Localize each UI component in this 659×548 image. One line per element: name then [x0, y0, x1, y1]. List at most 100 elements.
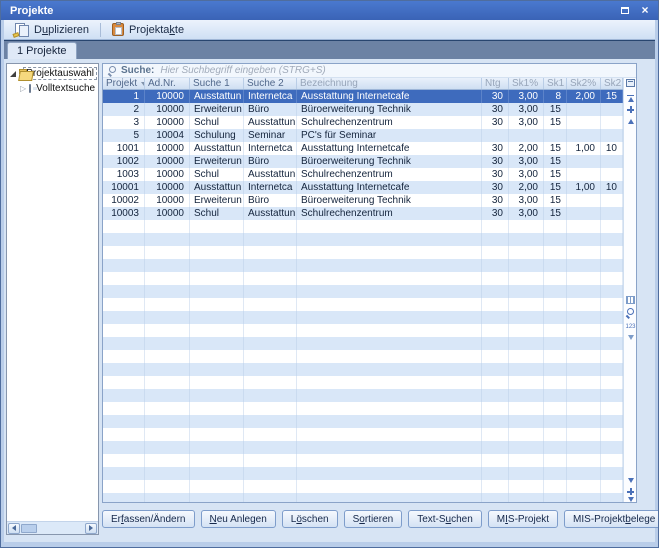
navigate-cross-bottom-icon[interactable]	[624, 488, 637, 495]
scrollbar-thumb[interactable]	[21, 524, 37, 533]
filter-icon[interactable]	[624, 335, 637, 340]
scroll-left-button[interactable]	[8, 523, 20, 534]
tab-1-projekte[interactable]: 1 Projekte	[7, 42, 77, 59]
table-cell	[482, 285, 509, 298]
app-window: Projekte × Duplizieren Projektakte 1 Pro…	[0, 0, 659, 548]
columns-icon[interactable]	[624, 296, 637, 304]
table-cell	[244, 220, 297, 233]
scroll-to-top-icon[interactable]	[624, 94, 637, 102]
column-header-bezeichnung[interactable]: Bezeichnung	[297, 78, 482, 89]
table-empty-row[interactable]	[103, 311, 623, 324]
scroll-right-button[interactable]	[85, 523, 97, 534]
column-header-projekt[interactable]: Projekt	[103, 78, 145, 89]
tree-item-label[interactable]: Projektauswahl	[23, 67, 97, 80]
table-empty-row[interactable]	[103, 337, 623, 350]
table-empty-row[interactable]	[103, 350, 623, 363]
table-cell	[567, 415, 601, 428]
table-empty-row[interactable]	[103, 389, 623, 402]
l-schen-button[interactable]: Löschen	[282, 510, 338, 528]
scroll-to-bottom-icon[interactable]	[624, 497, 637, 503]
table-cell	[297, 337, 482, 350]
table-cell: 10003	[103, 207, 145, 220]
column-header-sk2-[interactable]: Sk2%	[567, 78, 601, 89]
restore-window-button[interactable]	[618, 3, 632, 17]
table-empty-row[interactable]	[103, 428, 623, 441]
neu-anlegen-button[interactable]: Neu Anlegen	[201, 510, 276, 528]
expander-collapsed-icon[interactable]: ▷	[20, 85, 26, 93]
navigate-cross-icon[interactable]	[624, 106, 637, 113]
table-row[interactable]: 510004SchulungSeminarPC's für Seminar	[103, 129, 623, 142]
table-cell	[601, 480, 623, 493]
column-header-suche-1[interactable]: Suche 1	[190, 78, 244, 89]
table-row[interactable]: 110000AusstattunInternetcaAusstattung In…	[103, 90, 623, 103]
table-cell	[509, 480, 544, 493]
table-cell	[601, 441, 623, 454]
column-header-ntg[interactable]: Ntg	[482, 78, 509, 89]
table-empty-row[interactable]	[103, 415, 623, 428]
tree-item-label[interactable]: Volltextsuche	[34, 83, 97, 94]
column-header-suche-2[interactable]: Suche 2	[244, 78, 297, 89]
table-cell: Büroerweiterung Technik	[297, 103, 482, 116]
table-empty-row[interactable]	[103, 454, 623, 467]
clipboard-clip-icon	[116, 22, 121, 25]
table-empty-row[interactable]	[103, 246, 623, 259]
column-header-label: Ad.Nr.	[148, 78, 176, 89]
table-cell	[509, 363, 544, 376]
close-window-button[interactable]: ×	[638, 3, 652, 17]
table-empty-row[interactable]	[103, 324, 623, 337]
scroll-up-icon[interactable]	[624, 119, 637, 124]
table-cell: Ausstattun	[190, 181, 244, 194]
table-empty-row[interactable]	[103, 376, 623, 389]
text-suchen-button[interactable]: Text-Suchen	[408, 510, 482, 528]
table-row[interactable]: 100210000ErweiterunBüroBüroerweiterung T…	[103, 155, 623, 168]
table-row[interactable]: 310000SchulAusstattunSchulrechenzentrum3…	[103, 116, 623, 129]
search-input[interactable]	[158, 64, 636, 77]
table-row[interactable]: 1000210000ErweiterunBüroBüroerweiterung …	[103, 194, 623, 207]
table-row[interactable]: 1000310000SchulAusstattunSchulrechenzent…	[103, 207, 623, 220]
table-cell	[145, 428, 190, 441]
table-cell	[297, 428, 482, 441]
table-empty-row[interactable]	[103, 259, 623, 272]
erfassen-ndern-button[interactable]: Erfassen/Ändern	[102, 510, 195, 528]
tree-horizontal-scrollbar[interactable]	[7, 521, 98, 534]
toolbar: Duplizieren Projektakte	[4, 20, 655, 40]
table-empty-row[interactable]	[103, 285, 623, 298]
table-row[interactable]: 100110000AusstattunInternetcaAusstattung…	[103, 142, 623, 155]
expander-expanded-icon[interactable]	[10, 71, 16, 77]
scroll-down-icon[interactable]	[624, 478, 637, 483]
table-row[interactable]: 100310000SchulAusstattunSchulrechenzentr…	[103, 168, 623, 181]
sortieren-button[interactable]: Sortieren	[344, 510, 403, 528]
column-chooser-icon[interactable]	[626, 79, 635, 87]
table-cell	[297, 402, 482, 415]
table-cell	[601, 259, 623, 272]
column-header-sk2[interactable]: Sk2	[601, 78, 623, 89]
table-empty-row[interactable]	[103, 220, 623, 233]
column-header-sk1-[interactable]: Sk1%	[509, 78, 544, 89]
table-cell	[544, 298, 567, 311]
table-empty-row[interactable]	[103, 363, 623, 376]
table-row[interactable]: 1000110000AusstattunInternetcaAusstattun…	[103, 181, 623, 194]
zoom-icon[interactable]	[624, 308, 637, 317]
table-empty-row[interactable]	[103, 493, 623, 502]
arrow-left-icon	[12, 525, 16, 531]
table-cell: 10001	[103, 181, 145, 194]
table-empty-row[interactable]	[103, 441, 623, 454]
table-empty-row[interactable]	[103, 272, 623, 285]
table-row[interactable]: 210000ErweiterunBüroBüroerweiterung Tech…	[103, 103, 623, 116]
table-empty-row[interactable]	[103, 233, 623, 246]
table-empty-row[interactable]	[103, 480, 623, 493]
tree-item-projektauswahl[interactable]: Projektauswahl	[7, 64, 98, 81]
table-empty-row[interactable]	[103, 402, 623, 415]
tree-item-volltextsuche[interactable]: ▷ Volltextsuche	[7, 81, 98, 95]
duplizieren-button[interactable]: Duplizieren	[8, 21, 96, 39]
column-header-sk1[interactable]: Sk1	[544, 78, 567, 89]
table-empty-row[interactable]	[103, 298, 623, 311]
mis-projektbelege-button[interactable]: MIS-Projektbelege	[564, 510, 659, 528]
table-empty-row[interactable]	[103, 467, 623, 480]
projektakte-button[interactable]: Projektakte	[105, 21, 191, 39]
mis-projekt-button[interactable]: MIS-Projekt	[488, 510, 558, 528]
column-header-ad-nr-[interactable]: Ad.Nr.	[145, 78, 190, 89]
numeric-sort-icon[interactable]: 123	[624, 324, 637, 331]
table-cell: 10000	[145, 155, 190, 168]
table-cell	[601, 194, 623, 207]
